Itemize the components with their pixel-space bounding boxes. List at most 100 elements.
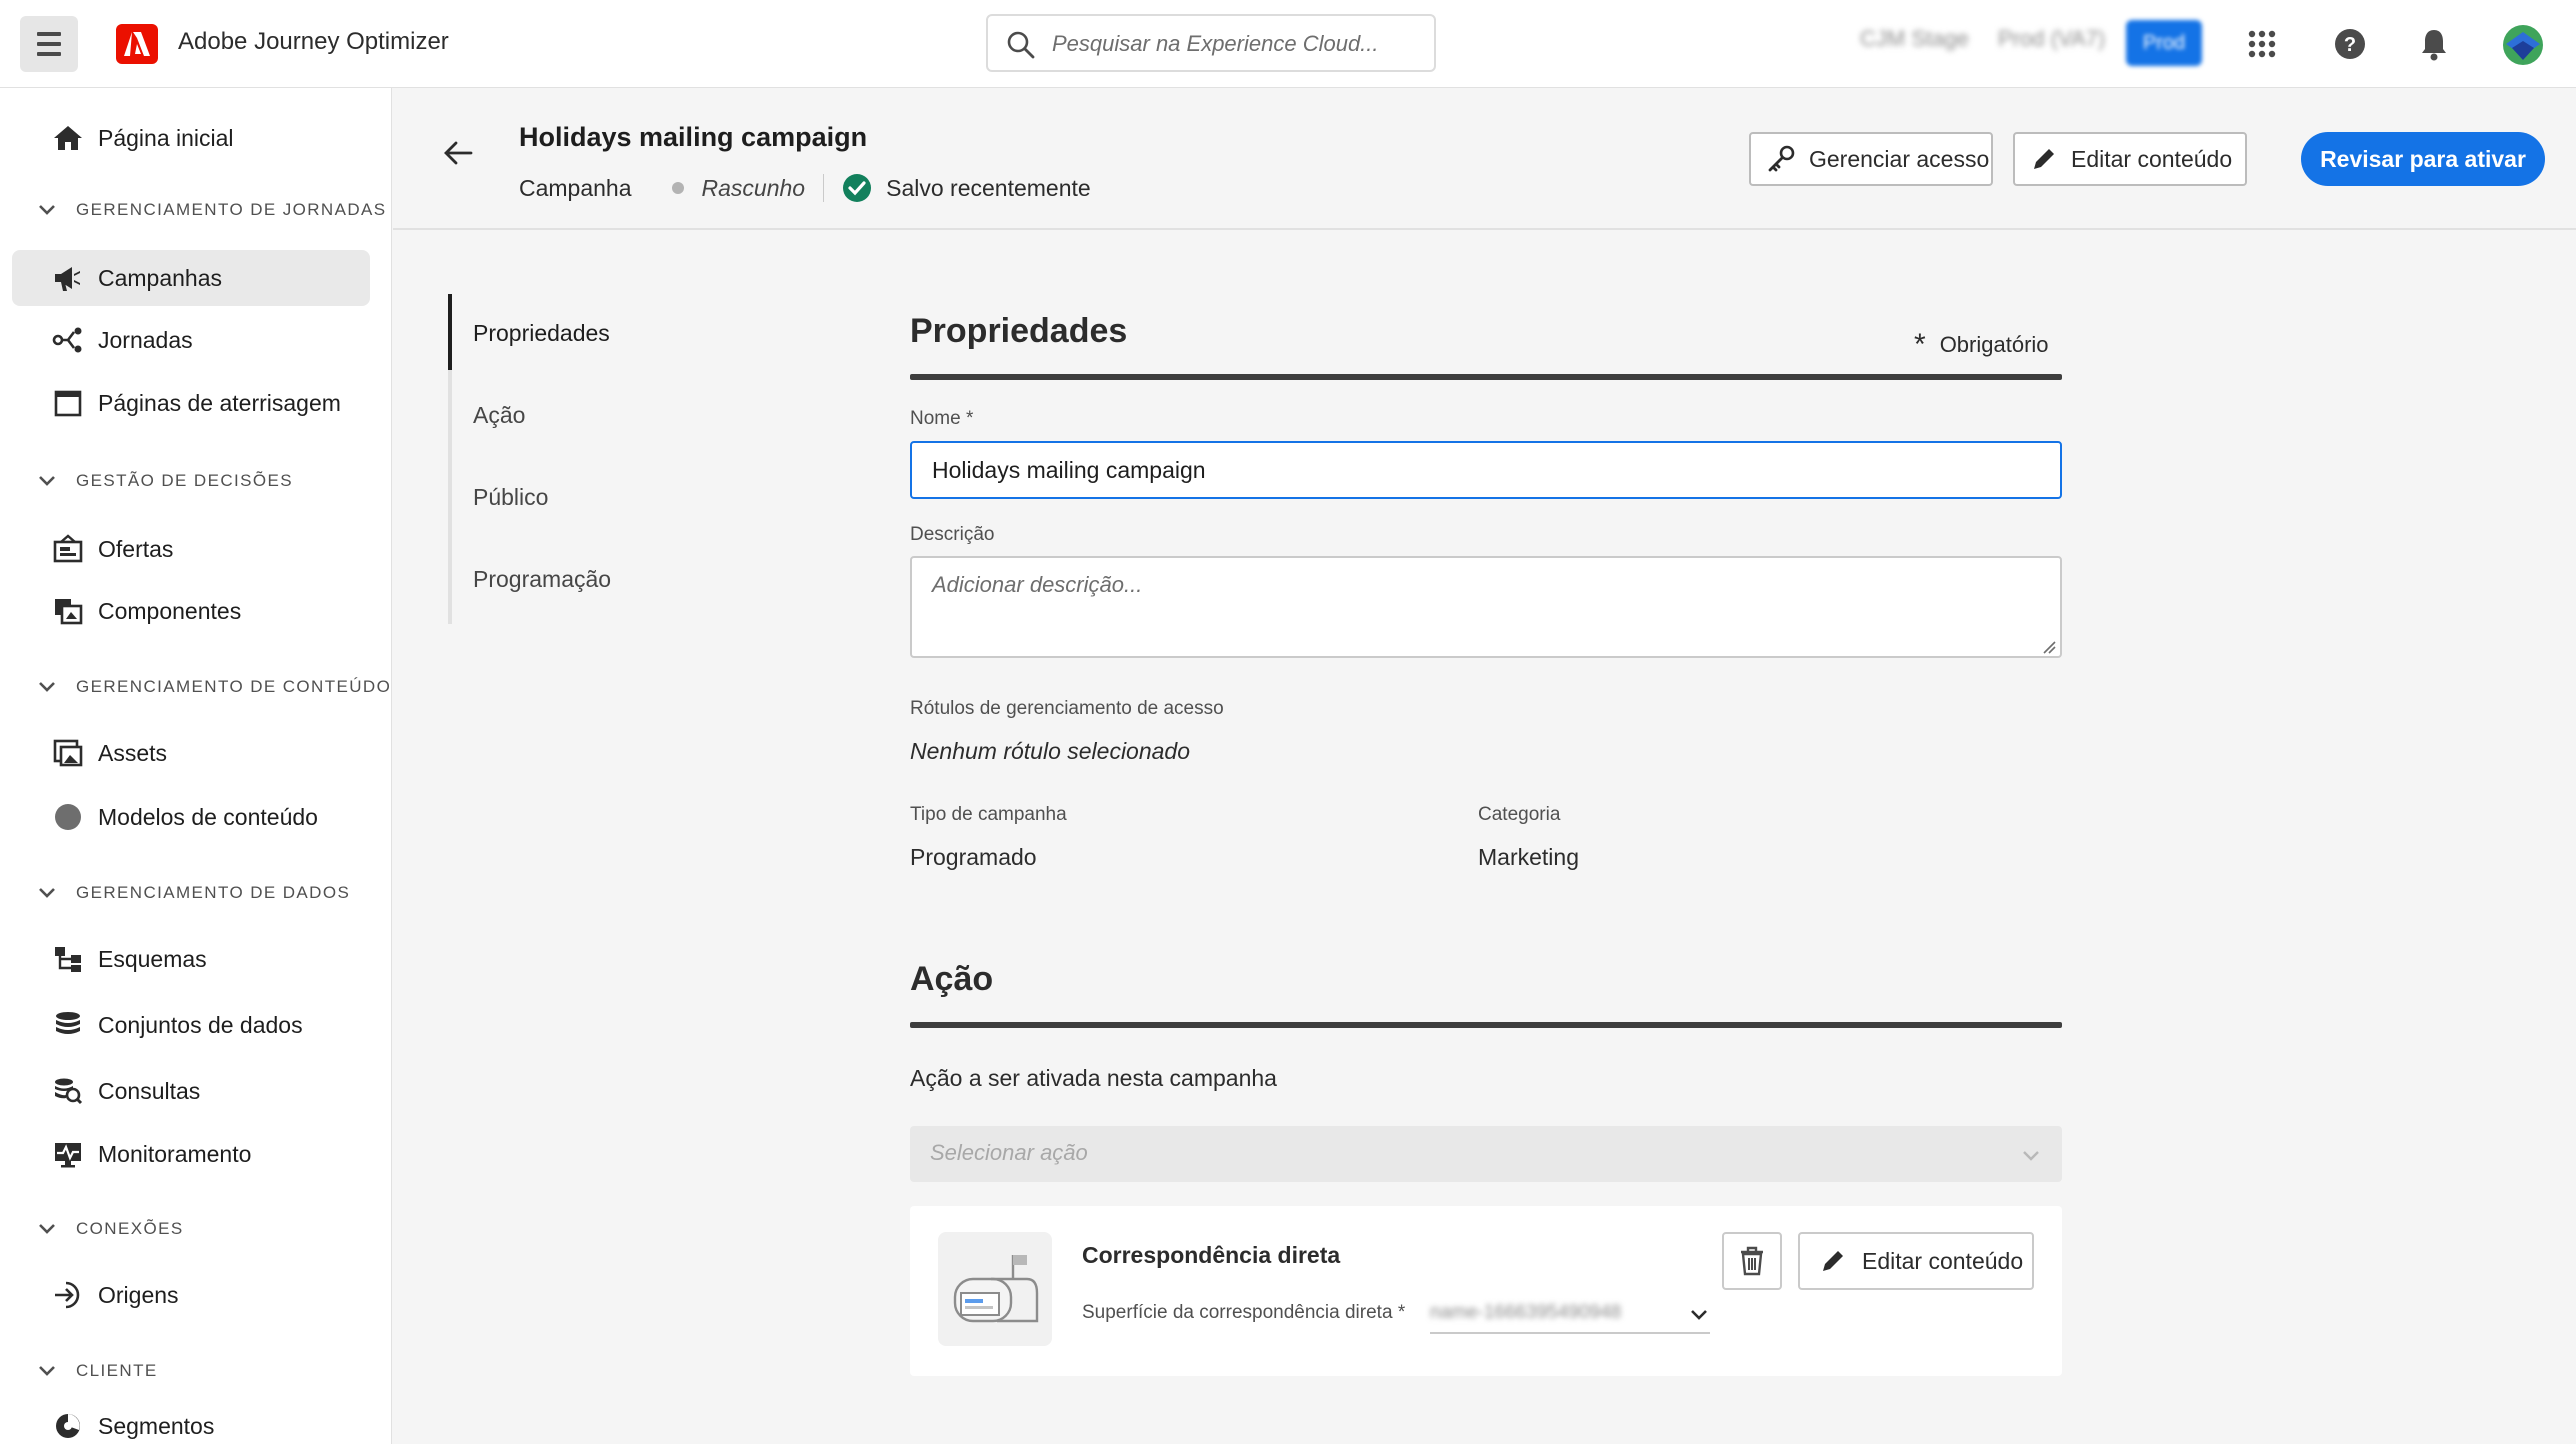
chevron-down-icon xyxy=(39,1224,55,1234)
chevron-down-icon xyxy=(39,205,55,215)
name-label: Nome * xyxy=(910,408,974,429)
delete-action-button[interactable] xyxy=(1722,1232,1782,1290)
edit-content-button[interactable]: Editar conteúdo xyxy=(2013,132,2247,186)
sidebar-section-content[interactable]: GERENCIAMENTO DE CONTEÚDO xyxy=(36,672,391,702)
database-icon xyxy=(56,1012,80,1034)
chevron-down-icon xyxy=(39,888,55,898)
sidebar-section-decisions[interactable]: GESTÃO DE DECISÕES xyxy=(36,466,293,496)
section-divider xyxy=(910,374,2062,380)
review-to-activate-button[interactable]: Revisar para ativar xyxy=(2301,132,2545,186)
channel-title: Correspondência direta xyxy=(1082,1242,1341,1268)
description-field[interactable] xyxy=(910,556,2062,658)
apps-grid-icon[interactable] xyxy=(2242,24,2282,64)
pencil-icon xyxy=(1823,1251,1843,1271)
sidebar-section-connections[interactable]: CONEXÕES xyxy=(36,1214,184,1244)
button-label: Editar conteúdo xyxy=(1862,1247,2024,1274)
sidebar-item-label: Assets xyxy=(98,739,168,766)
surface-label: Superfície da correspondência direta * xyxy=(1082,1302,1406,1323)
surface-value: name-1666395490948 xyxy=(1430,1302,1622,1323)
section-label: CONEXÕES xyxy=(76,1219,184,1238)
properties-heading: Propriedades xyxy=(910,312,1128,350)
section-label: GESTÃO DE DECISÕES xyxy=(76,471,293,490)
sidebar-section-data[interactable]: GERENCIAMENTO DE DADOS xyxy=(36,878,350,908)
category-value: Marketing xyxy=(1478,844,1579,870)
resize-handle-icon[interactable] xyxy=(2042,640,2056,654)
sidebar-item-label: Páginas de aterrisagem xyxy=(98,389,341,416)
app-name[interactable]: Adobe Journey Optimizer xyxy=(178,28,449,56)
svg-text:?: ? xyxy=(2344,34,2356,56)
check-circle-icon xyxy=(843,174,872,202)
sidebar-item-campanhas[interactable]: Campanhas xyxy=(12,250,370,306)
sidebar-item-label: Ofertas xyxy=(98,535,174,562)
campaign-type: Campanha xyxy=(519,174,632,201)
sidebar-item-origens[interactable]: Origens xyxy=(12,1267,370,1323)
section-label: GERENCIAMENTO DE JORNADAS xyxy=(76,200,387,219)
campaign-type-value: Programado xyxy=(910,844,1037,870)
description-label: Descrição xyxy=(910,524,995,545)
sidebar-section-customer[interactable]: CLIENTE xyxy=(36,1356,158,1386)
sidebar-item-segmentos[interactable]: Segmentos xyxy=(12,1398,370,1444)
action-subtitle: Ação a ser ativada nesta campanha xyxy=(910,1065,1277,1091)
sidebar-section-journeys[interactable]: GERENCIAMENTO DE JORNADAS xyxy=(36,195,387,225)
help-icon[interactable]: ? xyxy=(2330,24,2370,64)
edit-content-card-button[interactable]: Editar conteúdo xyxy=(1798,1232,2034,1290)
section-label: CLIENTE xyxy=(76,1361,158,1380)
sidebar-item-consultas[interactable]: Consultas xyxy=(12,1063,370,1119)
sidebar-item-label: Conjuntos de dados xyxy=(98,1011,303,1038)
journey-icon xyxy=(52,327,82,353)
bell-icon[interactable] xyxy=(2414,24,2454,64)
name-field[interactable] xyxy=(910,441,2062,499)
saved-status: Salvo recentemente xyxy=(886,174,1091,201)
section-divider xyxy=(910,1022,2062,1028)
sidebar-item-jornadas[interactable]: Jornadas xyxy=(12,312,370,368)
tab-action[interactable]: Ação xyxy=(473,402,525,429)
tab-properties[interactable]: Propriedades xyxy=(473,320,610,347)
landing-page-icon xyxy=(54,390,82,417)
hamburger-line xyxy=(37,32,61,36)
access-labels-label: Rótulos de gerenciamento de acesso xyxy=(910,698,1224,719)
chevron-down-icon xyxy=(1691,1310,1707,1320)
back-arrow-icon[interactable] xyxy=(441,136,475,170)
action-select[interactable]: Selecionar ação xyxy=(910,1126,2062,1182)
org-switcher-left[interactable]: CJM Stage xyxy=(1860,26,1969,62)
sidebar-item-label: Página inicial xyxy=(98,124,234,151)
sidebar-item-ofertas[interactable]: Ofertas xyxy=(12,521,370,577)
sidebar-item-assets[interactable]: Assets xyxy=(12,725,370,781)
sidebar-item-label: Origens xyxy=(98,1281,179,1308)
megaphone-icon xyxy=(55,267,80,291)
avatar[interactable] xyxy=(2502,24,2544,66)
chevron-down-icon xyxy=(39,476,55,486)
sidebar-item-label: Monitoramento xyxy=(98,1140,252,1167)
asterisk-icon: * xyxy=(965,408,974,429)
sidebar-item-esquemas[interactable]: Esquemas xyxy=(12,931,370,987)
required-note: * Obrigatório xyxy=(1914,328,2049,362)
adobe-logo-icon[interactable] xyxy=(116,24,158,64)
page-title: Holidays mailing campaign xyxy=(519,122,868,152)
sidebar-item-landing-pages[interactable]: Páginas de aterrisagem xyxy=(12,375,370,431)
sidebar-item-monitoramento[interactable]: Monitoramento xyxy=(12,1126,370,1182)
content-template-icon xyxy=(55,804,81,830)
org-switcher-middle[interactable]: Prod (VA7) xyxy=(1998,26,2105,62)
sidebar-item-content-templates[interactable]: Modelos de conteúdo xyxy=(12,789,370,845)
asterisk-icon: * xyxy=(1914,328,1926,361)
surface-picker[interactable]: name-1666395490948 xyxy=(1430,1294,1710,1334)
home-icon xyxy=(54,126,82,150)
search-input[interactable] xyxy=(1052,26,1422,62)
schema-icon xyxy=(55,947,81,972)
sidebar-item-home[interactable]: Página inicial xyxy=(12,110,370,166)
chevron-down-icon xyxy=(39,682,55,692)
tab-schedule[interactable]: Programação xyxy=(473,566,611,593)
sidebar-item-datasets[interactable]: Conjuntos de dados xyxy=(12,997,370,1053)
sidebar-item-componentes[interactable]: Componentes xyxy=(12,583,370,639)
queries-icon xyxy=(55,1078,83,1105)
tab-audience[interactable]: Público xyxy=(473,484,548,511)
org-switcher-active[interactable]: Prod xyxy=(2126,20,2202,66)
search-box[interactable] xyxy=(986,14,1436,72)
action-card: Correspondência direta Superfície da cor… xyxy=(910,1206,2062,1376)
manage-access-button[interactable]: Gerenciar acesso xyxy=(1749,132,1993,186)
inner-nav-track xyxy=(448,294,452,624)
menu-toggle-button[interactable] xyxy=(20,16,78,72)
chevron-down-icon xyxy=(39,1366,55,1376)
search-icon xyxy=(1007,31,1035,59)
key-icon xyxy=(1768,145,1795,172)
